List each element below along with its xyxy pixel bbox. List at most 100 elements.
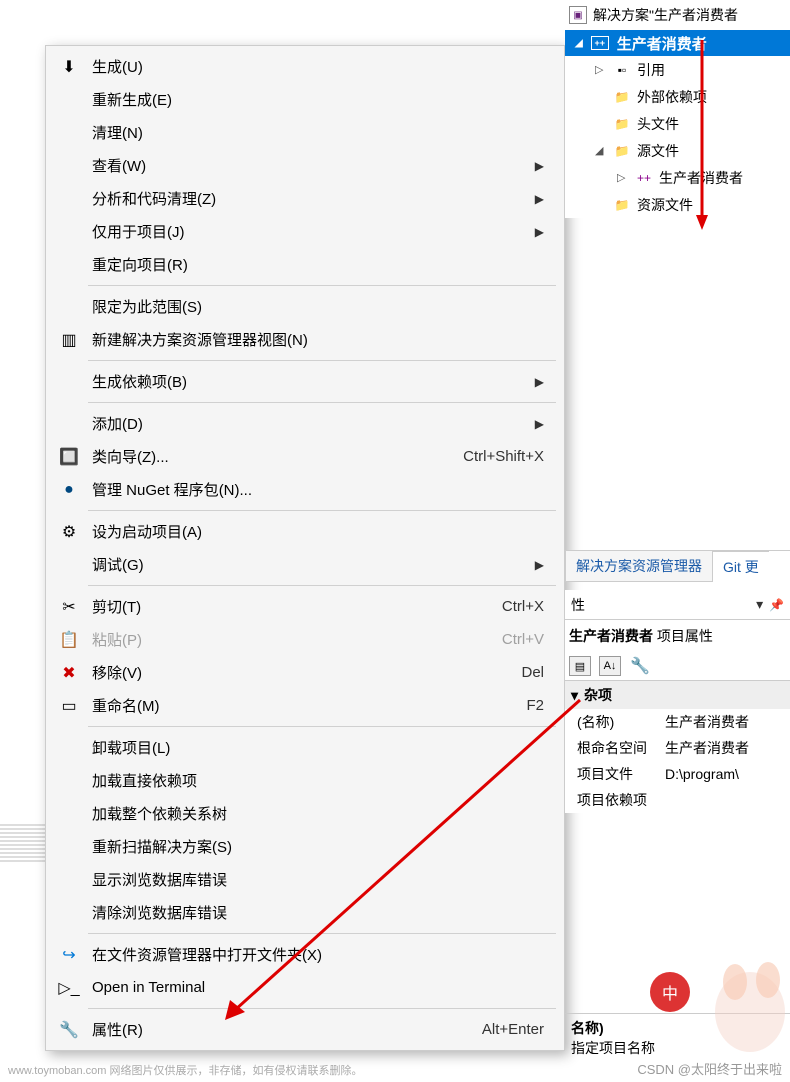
properties-grid: (名称)生产者消费者根命名空间生产者消费者项目文件D:\program\项目依赖… — [565, 709, 790, 813]
tree-item[interactable]: ▷▪▫引用 — [565, 56, 790, 83]
menu-separator — [88, 585, 556, 586]
menu-shortcut: Ctrl+Shift+X — [443, 448, 544, 465]
dropdown-icon[interactable]: ▾ — [756, 596, 765, 612]
project-icon: ++ — [591, 36, 609, 50]
menu-item[interactable]: ✖移除(V)Del — [46, 656, 564, 689]
ref-icon: ▪▫ — [613, 62, 631, 78]
tree-item[interactable]: 📁 头文件 — [565, 110, 790, 137]
properties-panel: 性 ▾ 📌 生产者消费者 项目属性 ▤ A↓ 🔧 ▾ 杂项 (名称)生产者消费者… — [565, 590, 790, 813]
properties-group[interactable]: ▾ 杂项 — [565, 681, 790, 709]
gear-icon: ⚙ — [54, 521, 84, 543]
newview-icon: ▥ — [54, 329, 84, 351]
menu-item[interactable]: 添加(D)▶ — [46, 407, 564, 440]
menu-item[interactable]: 调试(G)▶ — [46, 548, 564, 581]
wrench-icon: 🔧 — [54, 1019, 84, 1041]
properties-toolbar: ▤ A↓ 🔧 — [565, 652, 790, 681]
expand-icon[interactable]: ◢ — [595, 144, 607, 157]
blank-icon — [54, 221, 84, 243]
folder-icon: 📁 — [613, 143, 631, 159]
menu-item[interactable]: 重新生成(E) — [46, 83, 564, 116]
blank-icon — [54, 902, 84, 924]
folder-icon: 📁 — [613, 89, 631, 105]
menu-separator — [88, 402, 556, 403]
tab-git-changes[interactable]: Git 更 — [713, 551, 769, 582]
properties-object: 生产者消费者 项目属性 — [565, 620, 790, 652]
menu-item-label: 类向导(Z)... — [84, 446, 443, 467]
nuget-icon: ● — [54, 479, 84, 501]
editor-gutter — [0, 822, 50, 862]
blank-icon — [54, 413, 84, 435]
openfolder-icon: ↪ — [54, 944, 84, 966]
solution-tree: ▷▪▫引用📁外部依赖项📁头文件◢📁源文件▷++生产者消费者📁资源文件 — [565, 56, 790, 218]
menu-item-label: 设为启动项目(A) — [84, 521, 544, 542]
build-icon: ⬇ — [54, 56, 84, 78]
blank-icon — [54, 296, 84, 318]
expand-icon[interactable]: ▷ — [617, 171, 629, 184]
expand-icon: ◢ — [575, 38, 583, 49]
menu-item[interactable]: 仅用于项目(J)▶ — [46, 215, 564, 248]
menu-item[interactable]: 清理(N) — [46, 116, 564, 149]
annotation-arrow-down — [692, 40, 712, 230]
menu-item-label: 生成依赖项(B) — [84, 371, 535, 392]
folder-icon: 📁 — [613, 116, 631, 132]
property-value[interactable]: 生产者消费者 — [665, 738, 790, 758]
menu-item-label: 添加(D) — [84, 413, 535, 434]
tree-item[interactable]: ◢📁源文件 — [565, 137, 790, 164]
blank-icon — [54, 155, 84, 177]
tree-item[interactable]: 📁资源文件 — [565, 191, 790, 218]
menu-item[interactable]: ⚙设为启动项目(A) — [46, 515, 564, 548]
tree-item[interactable]: 📁外部依赖项 — [565, 83, 790, 110]
blank-icon — [54, 371, 84, 393]
remove-icon: ✖ — [54, 662, 84, 684]
blank-icon — [54, 770, 84, 792]
expand-icon[interactable]: ▷ — [595, 63, 607, 76]
blank-icon — [54, 254, 84, 276]
categorize-button[interactable]: ▤ — [569, 656, 591, 676]
menu-item-label: 移除(V) — [84, 662, 501, 683]
submenu-arrow-icon: ▶ — [535, 375, 544, 389]
wrench-icon[interactable]: 🔧 — [629, 656, 651, 676]
blank-icon — [54, 869, 84, 891]
submenu-arrow-icon: ▶ — [535, 225, 544, 239]
menu-item: 📋粘贴(P)Ctrl+V — [46, 623, 564, 656]
selected-project[interactable]: ◢ ++ 生产者消费者 — [565, 30, 790, 56]
cut-icon: ✂ — [54, 596, 84, 618]
property-row[interactable]: (名称)生产者消费者 — [565, 709, 790, 735]
menu-item[interactable]: ▥新建解决方案资源管理器视图(N) — [46, 323, 564, 356]
menu-item[interactable]: 限定为此范围(S) — [46, 290, 564, 323]
properties-object-name: 生产者消费者 — [569, 628, 653, 644]
menu-item[interactable]: ✂剪切(T)Ctrl+X — [46, 590, 564, 623]
menu-shortcut: Del — [501, 664, 544, 681]
properties-object-type: 项目属性 — [653, 628, 713, 644]
tab-solution-explorer[interactable]: 解决方案资源管理器 — [565, 551, 713, 582]
blank-icon — [54, 836, 84, 858]
wizard-icon: 🔲 — [54, 446, 84, 468]
solution-header[interactable]: ▣ 解决方案"生产者消费者 — [565, 0, 790, 30]
menu-item[interactable]: 生成依赖项(B)▶ — [46, 365, 564, 398]
menu-item[interactable]: 重定向项目(R) — [46, 248, 564, 281]
blank-icon — [54, 737, 84, 759]
blank-icon — [54, 89, 84, 111]
blank-icon — [54, 188, 84, 210]
menu-item-label: 新建解决方案资源管理器视图(N) — [84, 329, 544, 350]
menu-item-label: 仅用于项目(J) — [84, 221, 535, 242]
tree-item[interactable]: ▷++生产者消费者 — [565, 164, 790, 191]
property-value[interactable]: D:\program\ — [665, 766, 790, 782]
properties-caption: 性 — [571, 595, 585, 615]
property-row[interactable]: 项目依赖项 — [565, 787, 790, 813]
menu-separator — [88, 510, 556, 511]
blank-icon — [54, 122, 84, 144]
property-value[interactable]: 生产者消费者 — [665, 712, 790, 732]
sort-az-button[interactable]: A↓ — [599, 656, 621, 676]
menu-item[interactable]: ●管理 NuGet 程序包(N)... — [46, 473, 564, 506]
menu-item[interactable]: 🔲类向导(Z)...Ctrl+Shift+X — [46, 440, 564, 473]
property-row[interactable]: 项目文件D:\program\ — [565, 761, 790, 787]
menu-item-label: 查看(W) — [84, 155, 535, 176]
menu-item[interactable]: 分析和代码清理(Z)▶ — [46, 182, 564, 215]
rename-icon: ▭ — [54, 695, 84, 717]
menu-item[interactable]: 查看(W)▶ — [46, 149, 564, 182]
property-row[interactable]: 根命名空间生产者消费者 — [565, 735, 790, 761]
pin-icon[interactable]: 📌 — [769, 598, 784, 612]
tree-item-label: 头文件 — [637, 114, 679, 134]
menu-item[interactable]: ⬇生成(U) — [46, 50, 564, 83]
